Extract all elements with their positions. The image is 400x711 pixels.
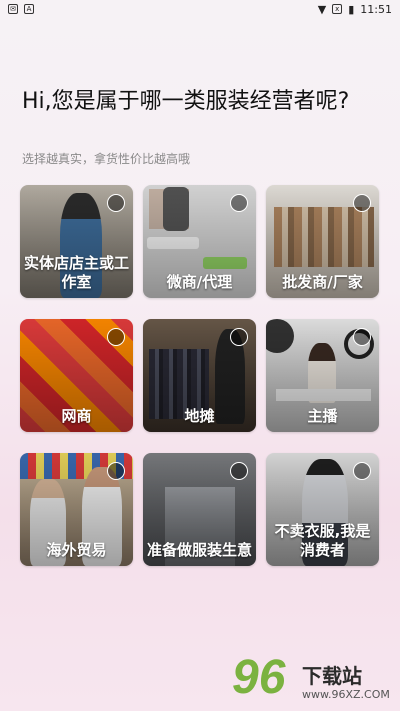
- category-card-preparing-business[interactable]: 准备做服装生意: [143, 453, 256, 566]
- select-radio[interactable]: [353, 462, 371, 480]
- category-card-wechat-agent[interactable]: 微商/代理: [143, 185, 256, 298]
- select-radio[interactable]: [353, 328, 371, 346]
- category-card-wholesaler[interactable]: 批发商/厂家: [266, 185, 379, 298]
- watermark-url: www.96XZ.COM: [302, 688, 390, 701]
- category-card-consumer[interactable]: 不卖衣服,我是消费者: [266, 453, 379, 566]
- watermark-logo: 96 下载站 www.96XZ.COM: [232, 650, 400, 710]
- card-label: 主播: [307, 407, 338, 425]
- select-radio[interactable]: [107, 194, 125, 212]
- card-label: 批发商/厂家: [282, 273, 363, 291]
- card-label: 地摊: [184, 407, 215, 425]
- select-radio[interactable]: [107, 462, 125, 480]
- watermark-logo-number: 96: [232, 651, 286, 704]
- battery-icon: ▮: [348, 2, 355, 16]
- watermark-name: 下载站: [302, 664, 362, 688]
- select-radio[interactable]: [107, 328, 125, 346]
- category-grid: 实体店店主或工作室 微商/代理 批发商/厂家 网商 地摊 主播 海外贸易 准备做…: [20, 185, 380, 566]
- notification-icon: ✉: [8, 4, 18, 14]
- category-card-physical-store[interactable]: 实体店店主或工作室: [20, 185, 133, 298]
- card-label: 网商: [61, 407, 92, 425]
- card-label: 实体店店主或工作室: [24, 254, 130, 291]
- category-card-online-store[interactable]: 网商: [20, 319, 133, 432]
- card-label: 准备做服装生意: [147, 541, 253, 559]
- wifi-icon: ▼: [317, 2, 327, 16]
- card-label: 不卖衣服,我是消费者: [274, 522, 371, 559]
- status-bar: ✉ A ▼ x ▮ 11:51: [0, 0, 400, 18]
- page-title: Hi,您是属于哪一类服装经营者呢?: [22, 89, 350, 114]
- category-card-street-stall[interactable]: 地摊: [143, 319, 256, 432]
- select-radio[interactable]: [353, 194, 371, 212]
- select-radio[interactable]: [230, 194, 248, 212]
- clock: 11:51: [360, 2, 392, 16]
- card-label: 微商/代理: [166, 273, 233, 291]
- category-card-overseas-trade[interactable]: 海外贸易: [20, 453, 133, 566]
- category-card-streamer[interactable]: 主播: [266, 319, 379, 432]
- card-label: 海外贸易: [46, 541, 107, 559]
- page-subtitle: 选择越真实，拿货性价比越高哦: [22, 152, 191, 166]
- select-radio[interactable]: [230, 328, 248, 346]
- app-icon: A: [24, 4, 34, 14]
- select-radio[interactable]: [230, 462, 248, 480]
- sim-icon: x: [332, 4, 343, 14]
